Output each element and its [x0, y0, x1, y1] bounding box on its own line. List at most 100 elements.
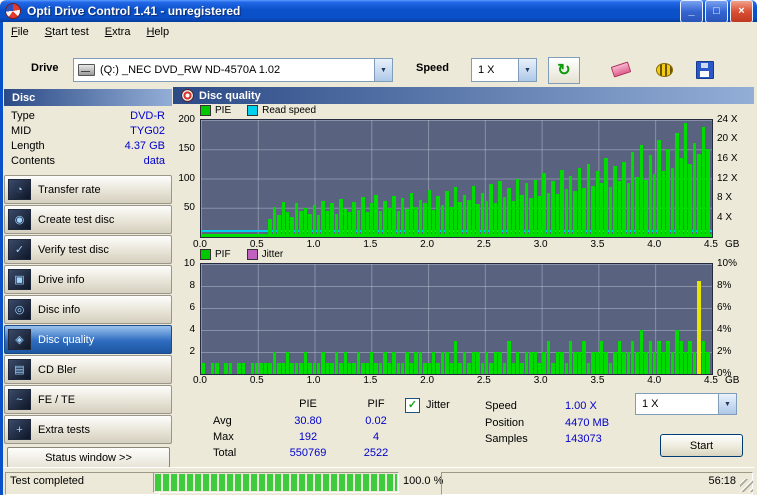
info-label: Length [11, 140, 45, 152]
sidebar-item-label: Disc quality [38, 333, 95, 346]
sidebar-item-fe-te[interactable]: ~ FE / TE [4, 385, 172, 414]
chart-bar [370, 352, 374, 374]
app-window: Opti Drive Control 1.41 - unregistered _… [0, 0, 757, 495]
sidebar-item-cd-bler[interactable]: ▤ CD Bler [4, 355, 172, 384]
axis-tick-label: 2.0 [420, 375, 435, 386]
drive-select-value: (Q:) _NEC DVD_RW ND-4570A 1.02 [100, 64, 281, 76]
chart-bar [449, 363, 454, 374]
chart-bar [272, 206, 277, 237]
chart-bar [206, 235, 210, 237]
drive-icon [78, 64, 95, 76]
sidebar-item-disc-quality[interactable]: ◈ Disc quality [4, 325, 172, 354]
jitter-checkbox[interactable]: ✓ [405, 398, 420, 413]
chart-bar [339, 198, 343, 237]
legend-item: PIF [200, 249, 231, 260]
menu-extra[interactable]: Extra [97, 24, 139, 40]
chart-bar [670, 167, 675, 237]
chart-bar [237, 363, 241, 374]
chart-bar [325, 363, 330, 374]
axis-tick-label: 2.5 [476, 239, 491, 250]
chart-bar [281, 363, 286, 374]
chart-bar [679, 158, 683, 237]
chart-bar [286, 212, 290, 237]
chart-bar [414, 206, 418, 237]
chart-bar [515, 178, 520, 237]
chart-bar [409, 363, 414, 374]
chart-bar [255, 363, 259, 374]
chart-bar [228, 234, 232, 237]
speed-select[interactable]: 1 X ▼ [471, 58, 537, 82]
chart-bar [241, 235, 246, 237]
test-speed-select[interactable]: 1 X ▼ [635, 393, 737, 415]
start-button[interactable]: Start [660, 434, 743, 457]
stat-pie-value: 550769 [289, 447, 327, 459]
sidebar-item-drive-info[interactable]: ▣ Drive info [4, 265, 172, 294]
chart-bar [653, 173, 657, 237]
chart-bar [378, 363, 383, 374]
sidebar-item-disc-info[interactable]: ◎ Disc info [4, 295, 172, 324]
close-button[interactable]: × [730, 0, 753, 23]
stat-pie-value: 192 [298, 431, 318, 443]
chart-bar [259, 363, 263, 374]
pie-axis-left: 200 150 100 50 [173, 114, 197, 236]
legend-swatch [246, 249, 258, 260]
chart-bar [706, 149, 710, 237]
menu-file[interactable]: File [3, 24, 37, 40]
main-panel: Disc quality PIE Read speed 200 150 100 50 2… [173, 87, 754, 467]
axis-unit-label: GB [725, 239, 740, 250]
sidebar-item-create-test-disc[interactable]: ◉ Create test disc [4, 205, 172, 234]
chart-bar [272, 352, 277, 374]
chart-bar [299, 211, 303, 237]
chevron-down-icon[interactable]: ▼ [518, 59, 536, 81]
status-window-button[interactable]: Status window >> [7, 447, 170, 468]
chart-bar [454, 341, 458, 374]
chart-bar [582, 187, 586, 237]
chart-bar [688, 163, 692, 237]
chart-bar [657, 341, 661, 374]
chart-bar [343, 208, 347, 237]
chevron-down-icon[interactable]: ▼ [718, 394, 736, 414]
chart-bar [683, 352, 688, 374]
sidebar-buttons: ◔ Transfer rate ◉ Create test disc ✓ Verify t… [4, 175, 172, 445]
sidebar-item-label: Disc info [38, 303, 81, 316]
sidebar-item-verify-test-disc[interactable]: ✓ Verify test disc [4, 235, 172, 264]
erase-button[interactable] [606, 57, 636, 82]
refresh-button[interactable]: ↻ [548, 57, 580, 84]
chart-bar [653, 352, 657, 374]
save-button[interactable] [690, 57, 720, 82]
chart-bar [405, 352, 409, 374]
chart-bar [630, 152, 635, 237]
chart-bar [604, 158, 608, 237]
stat-pif-value: 0.02 [365, 415, 387, 427]
chart-bar [630, 341, 635, 374]
axis-tick-label: 2.0 [420, 239, 435, 250]
sidebar-item-label: Transfer rate [38, 183, 101, 196]
resize-grip[interactable] [740, 479, 753, 492]
drive-select[interactable]: (Q:) _NEC DVD_RW ND-4570A 1.02 ▼ [73, 58, 393, 82]
chart-bar [586, 163, 591, 237]
legend-item: Read speed [247, 105, 316, 116]
chart-bar [215, 235, 219, 237]
axis-tick-label: 1.5 [363, 375, 378, 386]
chart-bar [507, 187, 511, 237]
menu-start-test[interactable]: Start test [37, 24, 97, 40]
sidebar: Disc Type DVD-R MID TYG02 Length 4.37 GB Conte… [3, 87, 174, 468]
bee-button[interactable] [649, 57, 679, 82]
chart-bar [485, 200, 489, 237]
menu-help[interactable]: Help [138, 24, 177, 40]
chart-bar [675, 132, 679, 237]
chevron-down-icon[interactable]: ▼ [374, 59, 392, 81]
speed-stat-label: Speed [485, 400, 517, 412]
sidebar-item-transfer-rate[interactable]: ◔ Transfer rate [4, 175, 172, 204]
chart-bar [210, 234, 215, 237]
axis-tick-label: 6 [189, 302, 195, 313]
chart-bar [573, 352, 577, 374]
chart-bar [343, 352, 347, 374]
chart-bar [524, 183, 529, 237]
chart-bar [599, 341, 604, 374]
maximize-button[interactable]: □ [705, 0, 728, 23]
title-bar[interactable]: Opti Drive Control 1.41 - unregistered _… [0, 0, 757, 23]
chart-bar [661, 352, 666, 374]
minimize-button[interactable]: _ [680, 0, 703, 23]
sidebar-item-extra-tests[interactable]: + Extra tests [4, 415, 172, 444]
